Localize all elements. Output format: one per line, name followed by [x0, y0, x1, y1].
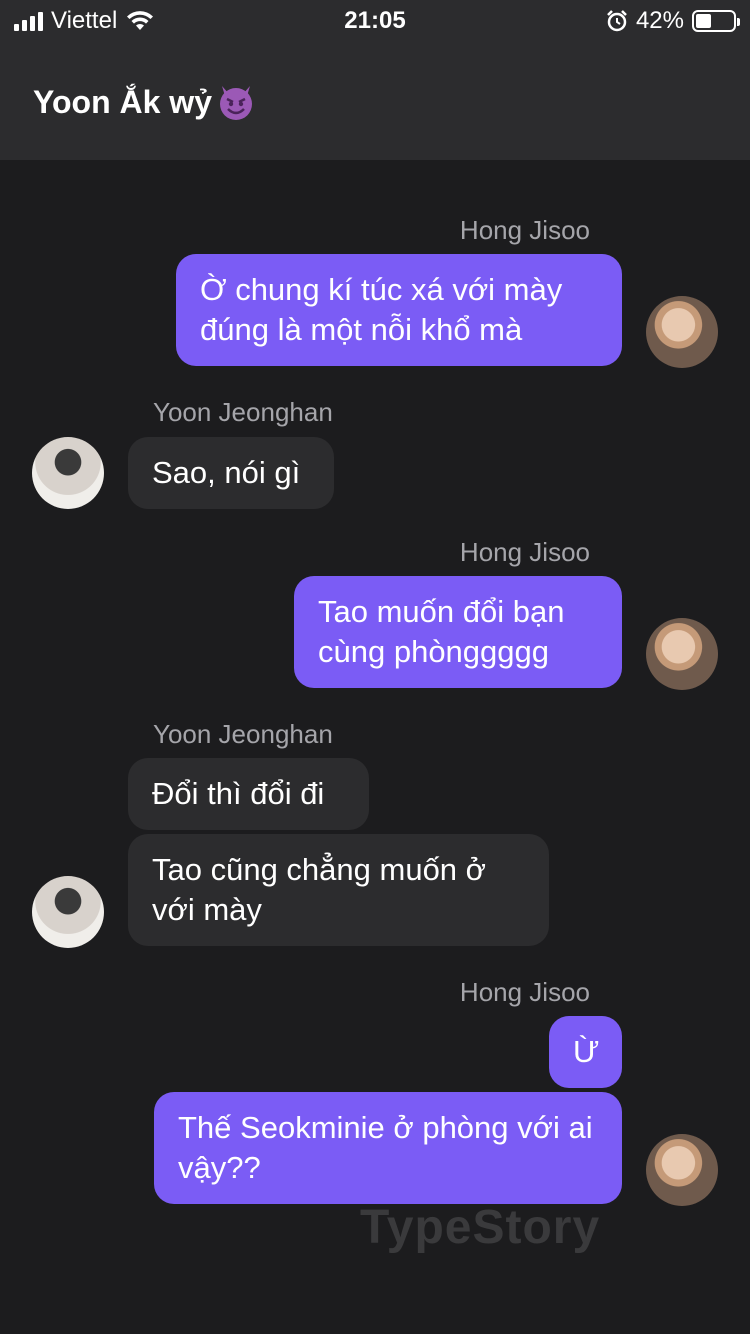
- battery-percent: 42%: [635, 7, 684, 34]
- battery-icon: [692, 10, 740, 32]
- alarm-icon: [607, 10, 627, 32]
- message-bubble-outgoing[interactable]: Thế Seokminie ở phòng với ai vậy??: [154, 1092, 622, 1204]
- sender-name: Yoon Jeonghan: [153, 719, 333, 749]
- message-bubble-incoming[interactable]: Sao, nói gì: [128, 437, 334, 509]
- chat-thread: Hong Jisoo Ờ chung kí túc xá với mày đún…: [0, 160, 750, 1334]
- message-bubble-incoming[interactable]: Tao cũng chẳng muốn ở với mày: [128, 834, 549, 946]
- sender-name: Hong Jisoo: [459, 215, 590, 245]
- message-bubble-outgoing[interactable]: Ừ: [549, 1016, 622, 1088]
- avatar-hong-jisoo[interactable]: [646, 1134, 718, 1206]
- avatar-hong-jisoo[interactable]: [646, 618, 718, 690]
- devil-emoji-icon: [219, 86, 252, 120]
- chat-title-text: Yoon Ắk wỷ: [33, 83, 212, 120]
- sender-name: Hong Jisoo: [459, 537, 590, 567]
- avatar-yoon-jeonghan[interactable]: [32, 437, 104, 509]
- avatar-hong-jisoo[interactable]: [646, 296, 718, 368]
- message-bubble-outgoing[interactable]: Ờ chung kí túc xá với mày đúng là một nỗ…: [176, 254, 622, 366]
- chat-title: Yoon Ắk wỷ: [33, 82, 256, 122]
- watermark-logo: TypeStory: [360, 1201, 601, 1254]
- message-bubble-incoming[interactable]: Đổi thì đổi đi: [128, 758, 369, 830]
- chat-header: Yoon Ắk wỷ: [0, 44, 750, 160]
- message-bubble-outgoing[interactable]: Tao muốn đổi bạn cùng phònggggg: [294, 576, 622, 688]
- avatar-yoon-jeonghan[interactable]: [32, 876, 104, 948]
- sender-name: Yoon Jeonghan: [153, 397, 333, 427]
- sender-name: Hong Jisoo: [459, 977, 590, 1007]
- status-bar: Viettel 21:05 42%: [0, 0, 750, 44]
